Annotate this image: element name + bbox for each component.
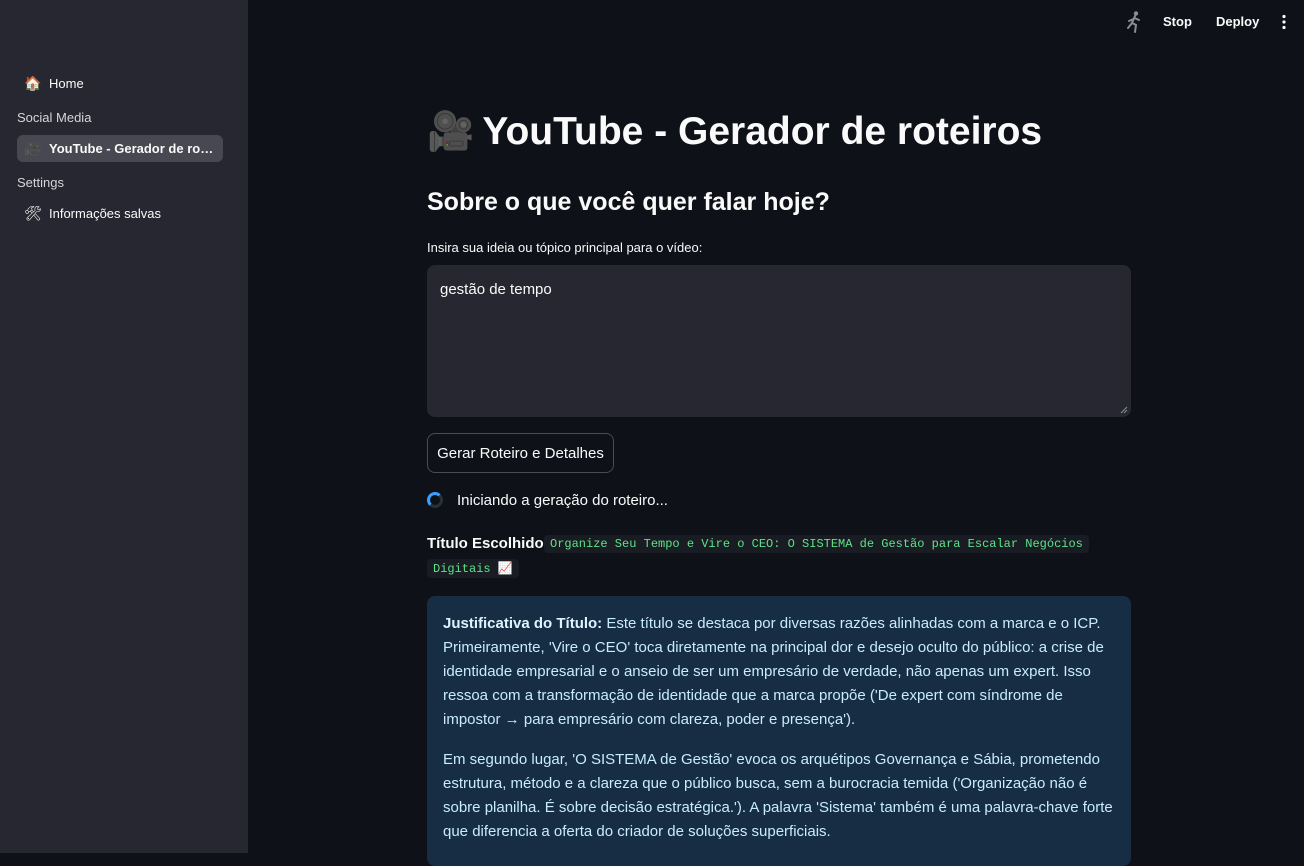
running-status-icon xyxy=(1124,10,1144,34)
topic-textarea[interactable]: gestão de tempo xyxy=(427,265,1131,417)
topic-textarea-value: gestão de tempo xyxy=(440,281,552,298)
sidebar-item-label: Informações salvas xyxy=(49,206,161,221)
sidebar-section-settings: Settings xyxy=(17,175,64,190)
sidebar-item-label: YouTube - Gerador de roteiros xyxy=(49,141,215,156)
sidebar-item-youtube[interactable]: 🎥 YouTube - Gerador de roteiros xyxy=(17,135,223,162)
sidebar-item-home[interactable]: 🏠 Home xyxy=(17,70,223,97)
topic-input-label: Insira sua ideia ou tópico principal par… xyxy=(427,240,703,255)
justification-label: Justificativa do Título: xyxy=(443,615,603,632)
status-text: Iniciando a geração do roteiro... xyxy=(457,492,668,509)
page-title-text: YouTube - Gerador de roteiros xyxy=(482,110,1043,153)
sidebar-item-saved-info[interactable]: 🛠 Informações salvas xyxy=(17,200,223,227)
chosen-title-code: Organize Seu Tempo e Vire o CEO: O SISTE… xyxy=(544,535,1089,553)
page-title: 🎥 YouTube - Gerador de roteiros xyxy=(427,110,1042,154)
movie-camera-icon: 🎥 xyxy=(24,140,42,156)
section-heading: Sobre o que você quer falar hoje? xyxy=(427,188,830,216)
house-icon: 🏠 xyxy=(24,75,42,91)
more-vertical-icon[interactable] xyxy=(1278,14,1290,30)
sidebar-section-social-media: Social Media xyxy=(17,110,92,125)
resize-handle-icon[interactable] xyxy=(1120,406,1128,414)
chosen-title-label: Título Escolhido: xyxy=(427,535,549,552)
sidebar-item-label: Home xyxy=(49,76,84,91)
stop-button[interactable]: Stop xyxy=(1163,12,1192,32)
generate-script-button[interactable]: Gerar Roteiro e Detalhes xyxy=(427,433,614,473)
justification-paragraph-2: Em segundo lugar, 'O SISTEMA de Gestão' … xyxy=(443,751,1113,840)
justification-paragraph-1: Justificativa do Título: Este título se … xyxy=(443,612,1115,732)
movie-camera-icon: 🎥 xyxy=(427,111,475,153)
loading-spinner-icon xyxy=(427,492,443,508)
justification-info-box: Justificativa do Título: Este título se … xyxy=(427,596,1131,866)
sidebar: 🏠 Home Social Media 🎥 YouTube - Gerador … xyxy=(0,0,248,853)
deploy-button[interactable]: Deploy xyxy=(1216,12,1259,32)
chosen-title-code-continued: Digitais 📈 xyxy=(427,559,519,578)
tools-icon: 🛠 xyxy=(24,205,42,221)
